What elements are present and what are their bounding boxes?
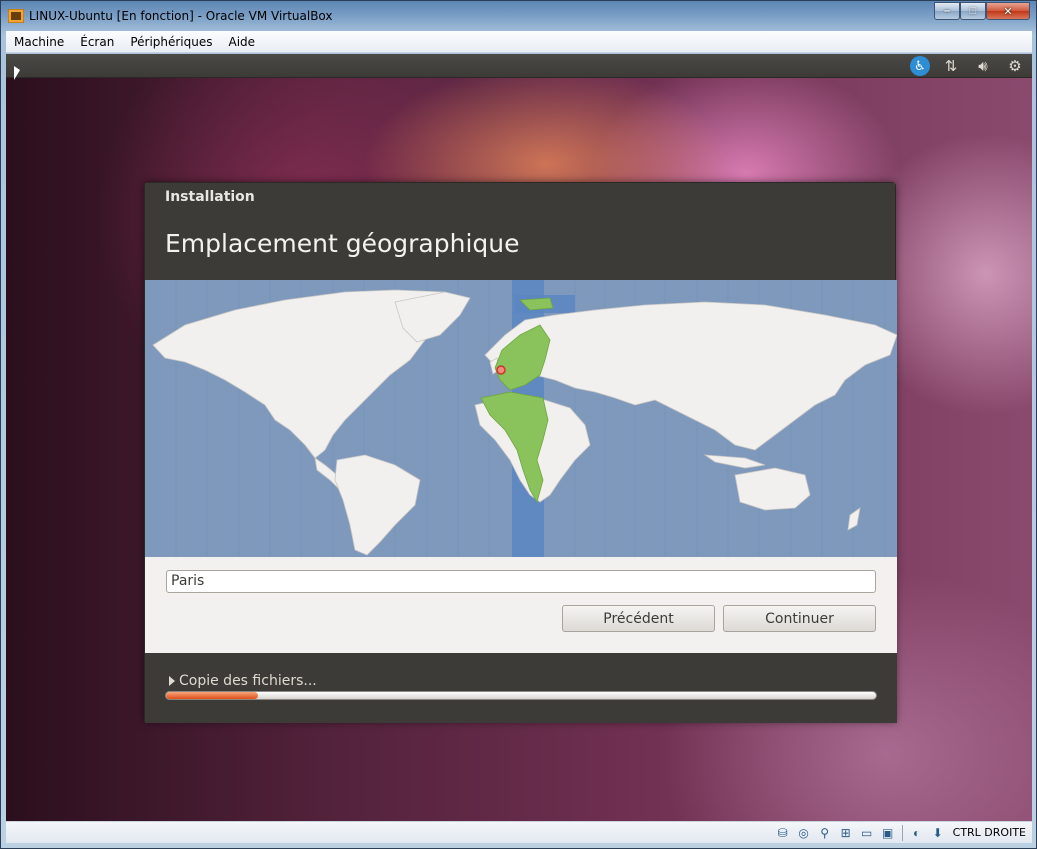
maximize-button[interactable]: □ bbox=[960, 2, 986, 20]
progress-fill bbox=[166, 692, 259, 699]
progress-label: Copie des fichiers... bbox=[179, 673, 317, 689]
previous-button[interactable]: Précédent bbox=[562, 605, 715, 632]
window-title: LINUX-Ubuntu [En fonction] - Oracle VM V… bbox=[29, 9, 333, 23]
volume-icon[interactable]: 🔊︎ bbox=[972, 56, 994, 76]
menu-aide[interactable]: Aide bbox=[221, 35, 264, 49]
maximize-icon: □ bbox=[969, 5, 977, 17]
window-titlebar[interactable]: LINUX-Ubuntu [En fonction] - Oracle VM V… bbox=[1, 1, 1036, 31]
world-map-graphic bbox=[152, 280, 897, 557]
close-icon: ✕ bbox=[1003, 5, 1013, 18]
host-key-label: CTRL DROITE bbox=[952, 826, 1026, 839]
status-bar: ⛁ ◎ ⚲ ⊞ ▭ ▣ ◐ ⬇ CTRL DROITE bbox=[6, 821, 1032, 843]
usb-icon[interactable]: ⚲ bbox=[816, 824, 834, 841]
optical-drive-icon[interactable]: ◎ bbox=[795, 824, 813, 841]
installer-body: Paris Précédent Continuer bbox=[145, 557, 897, 653]
close-button[interactable]: ✕ bbox=[986, 2, 1030, 20]
virtualbox-app-icon bbox=[8, 9, 24, 23]
progress-bar bbox=[165, 691, 877, 700]
window-controls: – □ ✕ bbox=[934, 2, 1030, 20]
panel-indicators: ♿ ⇅ 🔊︎ ⚙ bbox=[910, 56, 1026, 76]
expander-arrow-icon bbox=[169, 676, 175, 686]
status-separator bbox=[901, 824, 903, 841]
power-icon[interactable]: ⚙ bbox=[1004, 56, 1026, 76]
installer-footer: Copie des fichiers... bbox=[145, 653, 897, 723]
hard-disk-icon[interactable]: ⛁ bbox=[774, 824, 792, 841]
network-icon[interactable]: ⇅ bbox=[940, 56, 962, 76]
shared-folder-icon[interactable]: ▭ bbox=[858, 824, 876, 841]
installer-header: Installation Emplacement géographique bbox=[145, 183, 895, 280]
vm-screen[interactable]: ♿ ⇅ 🔊︎ ⚙ Installation Emplacement géogra… bbox=[6, 54, 1032, 821]
mouse-cursor-icon bbox=[14, 66, 20, 80]
menubar: Machine Écran Périphériques Aide bbox=[6, 31, 1032, 53]
minimize-button[interactable]: – bbox=[934, 2, 960, 20]
city-input[interactable]: Paris bbox=[166, 570, 876, 593]
installer-window: Installation Emplacement géographique Pa… bbox=[144, 182, 897, 723]
virtualization-icon[interactable]: ◐ bbox=[908, 824, 926, 841]
ubuntu-top-panel: ♿ ⇅ 🔊︎ ⚙ bbox=[6, 54, 1032, 78]
virtualbox-window: LINUX-Ubuntu [En fonction] - Oracle VM V… bbox=[0, 0, 1037, 849]
accessibility-icon[interactable]: ♿ bbox=[910, 56, 930, 76]
selected-city-marker bbox=[496, 365, 506, 375]
menu-ecran[interactable]: Écran bbox=[72, 35, 122, 49]
network-adapter-icon[interactable]: ⊞ bbox=[837, 824, 855, 841]
mouse-integration-icon[interactable]: ⬇ bbox=[929, 824, 947, 841]
menu-peripheriques[interactable]: Périphériques bbox=[122, 35, 220, 49]
device-indicators: ⛁ ◎ ⚲ ⊞ ▭ ▣ ◐ ⬇ CTRL DROITE bbox=[774, 824, 1026, 841]
minimize-icon: – bbox=[943, 5, 951, 17]
continue-button[interactable]: Continuer bbox=[723, 605, 876, 632]
timezone-map[interactable] bbox=[145, 280, 897, 557]
page-title: Emplacement géographique bbox=[165, 229, 520, 258]
menu-machine[interactable]: Machine bbox=[6, 35, 72, 49]
display-icon[interactable]: ▣ bbox=[879, 824, 897, 841]
installer-title: Installation bbox=[165, 189, 255, 205]
progress-expander[interactable]: Copie des fichiers... bbox=[169, 673, 317, 689]
